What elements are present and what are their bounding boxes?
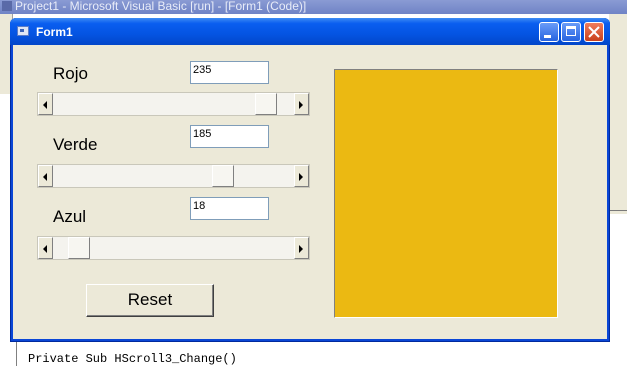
color-preview	[334, 69, 558, 318]
left-arrow-icon	[43, 245, 47, 253]
form-title-bar[interactable]: Form1	[10, 18, 610, 45]
blue-scroll-right-button[interactable]	[294, 237, 309, 259]
code-line: Private Sub HScroll3_Change()	[28, 352, 237, 366]
green-scrollbar[interactable]	[37, 164, 310, 188]
ide-title-bar: Project1 - Microsoft Visual Basic [run] …	[0, 0, 627, 14]
red-scroll-left-button[interactable]	[38, 93, 53, 115]
green-scroll-thumb[interactable]	[211, 165, 234, 187]
red-scroll-right-button[interactable]	[294, 93, 309, 115]
red-scrollbar[interactable]	[37, 92, 310, 116]
blue-scroll-thumb[interactable]	[68, 237, 91, 259]
close-button[interactable]	[584, 22, 604, 42]
red-value-field[interactable]: 235	[190, 61, 269, 84]
ide-divider	[609, 210, 627, 211]
left-arrow-icon	[43, 101, 47, 109]
blue-value-field[interactable]: 18	[190, 197, 269, 220]
form-window: Form1 Rojo 235 Verde 185 Azul 18 Reset	[10, 18, 610, 342]
ide-title: Project1 - Microsoft Visual Basic [run] …	[15, 0, 307, 13]
left-arrow-icon	[43, 173, 47, 181]
green-value-field[interactable]: 185	[190, 125, 269, 148]
red-scroll-thumb[interactable]	[254, 93, 277, 115]
right-arrow-icon	[299, 101, 303, 109]
green-scroll-right-button[interactable]	[294, 165, 309, 187]
right-arrow-icon	[299, 173, 303, 181]
vb-app-icon	[2, 1, 12, 11]
blue-scrollbar[interactable]	[37, 236, 310, 260]
red-label: Rojo	[53, 64, 88, 83]
minimize-button[interactable]	[539, 22, 559, 42]
blue-label: Azul	[53, 207, 87, 226]
green-scroll-left-button[interactable]	[38, 165, 53, 187]
form-title: Form1	[36, 25, 73, 39]
right-arrow-icon	[299, 245, 303, 253]
form-icon	[17, 26, 29, 36]
ide-right-panel-edge	[609, 14, 627, 214]
close-icon	[588, 26, 600, 38]
reset-button[interactable]: Reset	[86, 284, 214, 317]
form-client-area: Rojo 235 Verde 185 Azul 18 Reset	[13, 45, 607, 339]
blue-scroll-left-button[interactable]	[38, 237, 53, 259]
maximize-button[interactable]	[561, 22, 581, 42]
green-label: Verde	[53, 135, 98, 154]
